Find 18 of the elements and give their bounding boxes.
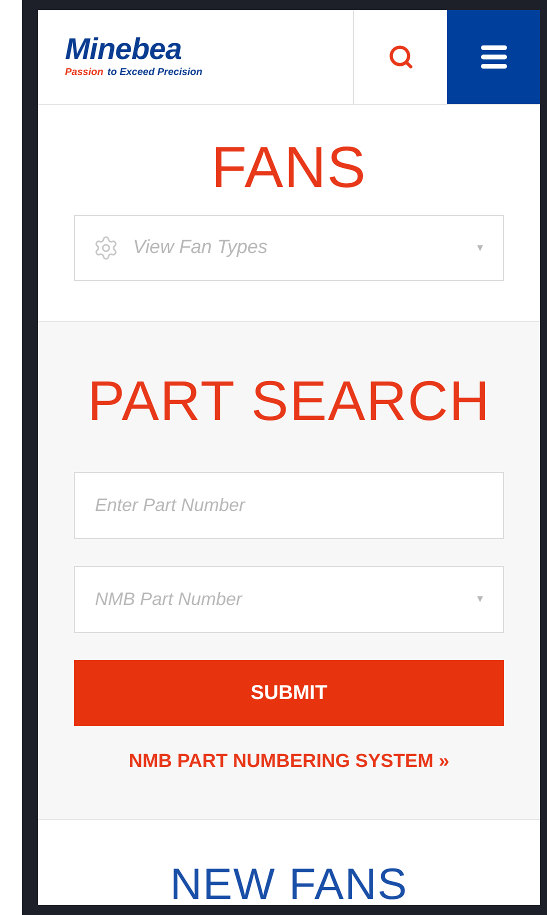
- gear-icon: [93, 235, 119, 261]
- section-title: FANS: [211, 135, 367, 201]
- logo-wordmark: Minebea: [65, 35, 183, 65]
- logo-tagline-lead: Passion: [65, 67, 104, 79]
- menu-button[interactable]: [447, 10, 540, 104]
- section-title: NEW FANS: [170, 862, 408, 905]
- dropdown-placeholder: NMB Part Number: [95, 588, 244, 611]
- fan-types-dropdown[interactable]: View Fan Types ▼: [74, 215, 504, 281]
- caret-icon: ▼: [475, 240, 485, 256]
- caret-icon: ▼: [475, 592, 485, 607]
- submit-button[interactable]: SUBMIT: [74, 660, 504, 726]
- part-numbering-link[interactable]: NMB PART NUMBERING SYSTEM »: [128, 748, 450, 776]
- part-number-dropdown[interactable]: NMB Part Number ▼: [74, 566, 504, 633]
- search-icon: [388, 44, 414, 70]
- logo-tagline: to Exceed Precision: [107, 67, 202, 79]
- part-number-field[interactable]: Enter Part Number: [74, 472, 504, 539]
- dropdown-placeholder: View Fan Types: [133, 236, 268, 260]
- section-title: PART SEARCH: [87, 368, 491, 434]
